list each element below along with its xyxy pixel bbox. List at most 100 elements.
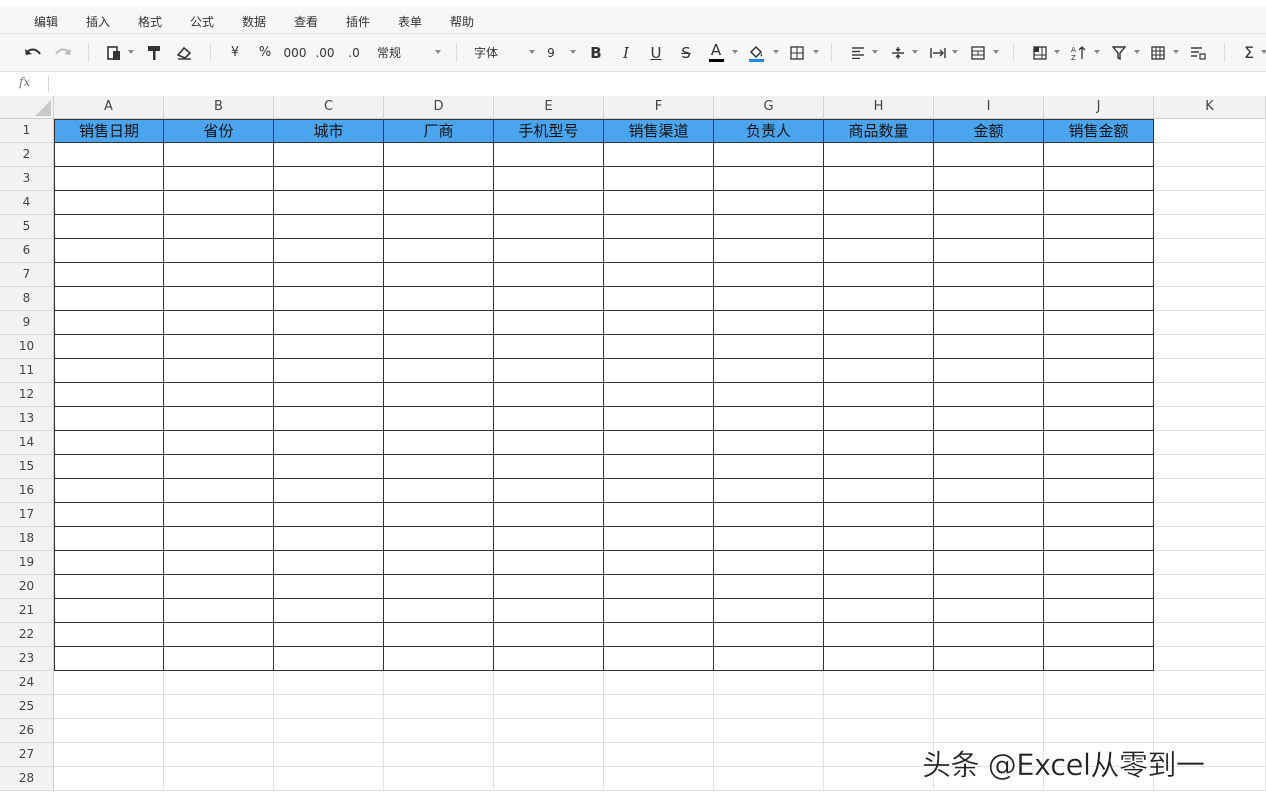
column-header-A[interactable]: A [54,96,164,119]
table-cell[interactable] [934,191,1044,215]
table-cell[interactable] [824,455,934,479]
table-cell[interactable] [604,383,714,407]
table-cell[interactable] [934,263,1044,287]
grid-cell[interactable] [494,695,604,719]
table-cell[interactable] [494,431,604,455]
table-cell[interactable] [604,191,714,215]
table-cell[interactable] [164,359,274,383]
table-cell[interactable] [824,263,934,287]
table-cell[interactable] [1044,503,1154,527]
table-cell[interactable] [714,191,824,215]
grid-cell[interactable] [1154,695,1266,719]
table-cell[interactable] [494,191,604,215]
table-cell[interactable] [824,167,934,191]
table-cell[interactable] [274,263,384,287]
table-cell[interactable] [384,311,494,335]
grid-cell[interactable] [1154,239,1266,263]
table-cell[interactable] [54,503,164,527]
table-cell[interactable] [604,215,714,239]
table-cell[interactable] [934,479,1044,503]
table-cell[interactable] [384,287,494,311]
grid-cell[interactable] [1154,671,1266,695]
table-cell[interactable] [164,623,274,647]
table-cell[interactable] [494,287,604,311]
column-header-I[interactable]: I [934,96,1044,119]
table-cell[interactable] [1044,335,1154,359]
grid-cell[interactable] [604,767,714,791]
table-cell[interactable] [934,359,1044,383]
grid-cell[interactable] [1154,575,1266,599]
table-cell[interactable] [164,239,274,263]
table-cell[interactable] [604,143,714,167]
grid-cell[interactable] [274,719,384,743]
table-cell[interactable] [824,431,934,455]
grid-cell[interactable] [934,719,1044,743]
table-cell[interactable] [824,551,934,575]
table-cell[interactable] [54,191,164,215]
table-header-cell[interactable]: 销售渠道 [604,119,714,143]
table-cell[interactable] [54,143,164,167]
table-cell[interactable] [1044,359,1154,383]
grid-cell[interactable] [1154,527,1266,551]
table-cell[interactable] [714,503,824,527]
row-header-16[interactable]: 16 [0,479,54,503]
table-cell[interactable] [164,575,274,599]
grid-cell[interactable] [1154,263,1266,287]
table-cell[interactable] [604,407,714,431]
table-cell[interactable] [164,167,274,191]
grid-cell[interactable] [1044,671,1154,695]
table-cell[interactable] [384,335,494,359]
grid-cell[interactable] [824,719,934,743]
table-cell[interactable] [824,623,934,647]
table-cell[interactable] [1044,263,1154,287]
table-cell[interactable] [1044,239,1154,263]
grid-cell[interactable] [164,719,274,743]
grid-cell[interactable] [54,719,164,743]
grid-cell[interactable] [494,671,604,695]
table-cell[interactable] [164,407,274,431]
grid-cell[interactable] [1154,647,1266,671]
column-header-E[interactable]: E [494,96,604,119]
grid-cell[interactable] [1154,623,1266,647]
grid-cell[interactable] [384,719,494,743]
grid-cell[interactable] [1154,287,1266,311]
grid-cell[interactable] [604,671,714,695]
table-cell[interactable] [934,239,1044,263]
table-cell[interactable] [54,215,164,239]
grid-cell[interactable] [714,767,824,791]
table-header-cell[interactable]: 手机型号 [494,119,604,143]
table-cell[interactable] [604,479,714,503]
table-cell[interactable] [164,551,274,575]
grid-cell[interactable] [384,671,494,695]
table-cell[interactable] [934,143,1044,167]
table-header-cell[interactable]: 销售日期 [54,119,164,143]
row-header-4[interactable]: 4 [0,191,54,215]
table-cell[interactable] [384,551,494,575]
table-cell[interactable] [274,191,384,215]
grid-cell[interactable] [164,767,274,791]
table-cell[interactable] [824,239,934,263]
grid-cell[interactable] [824,743,934,767]
table-cell[interactable] [494,143,604,167]
table-cell[interactable] [54,431,164,455]
row-header-22[interactable]: 22 [0,623,54,647]
table-cell[interactable] [164,191,274,215]
grid-cell[interactable] [1154,407,1266,431]
row-header-19[interactable]: 19 [0,551,54,575]
table-cell[interactable] [714,551,824,575]
table-cell[interactable] [384,479,494,503]
table-cell[interactable] [1044,431,1154,455]
table-cell[interactable] [54,383,164,407]
column-header-C[interactable]: C [274,96,384,119]
table-cell[interactable] [824,407,934,431]
grid-cell[interactable] [714,671,824,695]
row-header-7[interactable]: 7 [0,263,54,287]
row-header-10[interactable]: 10 [0,335,54,359]
grid-cell[interactable] [1154,479,1266,503]
table-cell[interactable] [164,527,274,551]
table-header-cell[interactable]: 城市 [274,119,384,143]
table-cell[interactable] [54,287,164,311]
grid-cell[interactable] [1154,167,1266,191]
row-header-15[interactable]: 15 [0,455,54,479]
row-header-1[interactable]: 1 [0,119,54,143]
